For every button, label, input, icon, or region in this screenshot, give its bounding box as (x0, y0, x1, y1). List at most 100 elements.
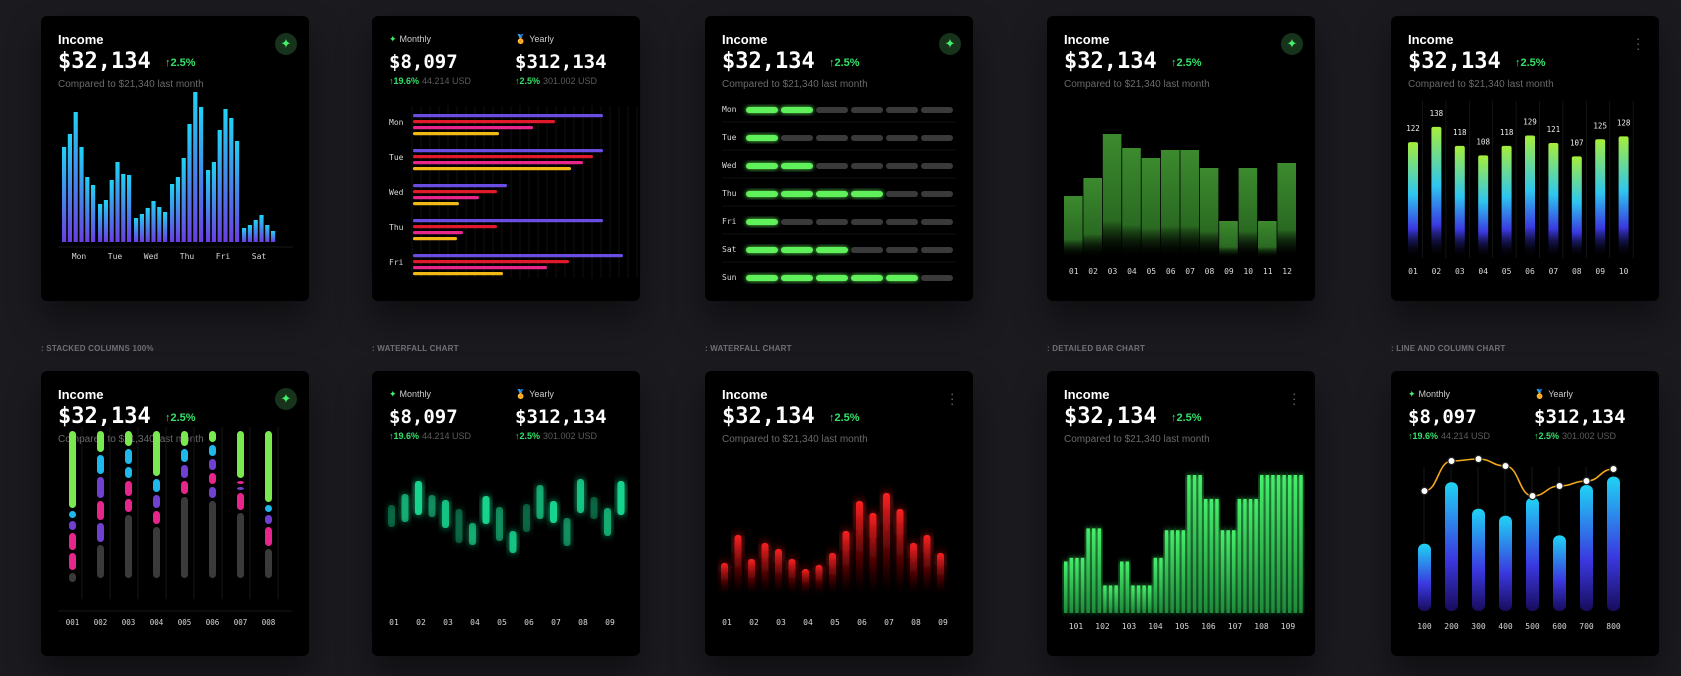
pill (886, 107, 918, 113)
income-card-waterfall-red: Income $32,134 ↑2.5% Compared to $21,340… (705, 371, 973, 656)
bar (271, 231, 276, 242)
bar (1226, 530, 1230, 613)
pill (746, 247, 778, 253)
bar (413, 190, 497, 194)
tick-label: 008 (262, 618, 276, 627)
bar (1431, 126, 1442, 259)
bar (829, 553, 836, 593)
bar (1580, 485, 1593, 611)
segment (153, 527, 160, 578)
bar (1595, 139, 1606, 258)
bar (1408, 142, 1418, 258)
bar (151, 201, 156, 242)
data-label: 121 (1547, 125, 1561, 134)
bar (523, 504, 530, 532)
tick-label: 01 (1408, 267, 1418, 276)
bar (1086, 528, 1090, 613)
bar (139, 214, 144, 242)
tick-label: Wed (144, 252, 159, 261)
tick-label: 02 (416, 618, 426, 627)
bar (170, 184, 175, 242)
bar (869, 513, 877, 593)
segment (209, 445, 216, 456)
caption-stacked: : STACKED COLUMNS 100% (41, 344, 154, 353)
data-label: 122 (1406, 124, 1420, 133)
tick-label: 07 (1185, 267, 1195, 276)
pill (746, 219, 778, 225)
pill (921, 163, 953, 169)
bar (175, 177, 180, 242)
pill (886, 163, 918, 169)
bar (85, 177, 90, 242)
bar (1454, 145, 1465, 258)
bar (1548, 143, 1559, 258)
tick-label: Fri (389, 258, 404, 267)
bar (1293, 475, 1298, 613)
data-label: 118 (1500, 128, 1514, 137)
tick-label: 06 (1525, 267, 1535, 276)
bar (127, 175, 132, 242)
segment (125, 499, 132, 512)
bar (923, 535, 931, 593)
segment (181, 431, 188, 446)
chart-horizontal-bars: Mon Tue Wed Thu Fri (389, 106, 638, 278)
bar (1120, 561, 1124, 613)
data-label: 138 (1430, 109, 1444, 118)
tick-label: 500 (1525, 622, 1540, 631)
line-point (1609, 464, 1618, 474)
bar (413, 202, 459, 206)
bar (1282, 475, 1286, 613)
bar (1265, 475, 1270, 613)
bar (187, 124, 192, 242)
bar (67, 134, 72, 242)
bar (604, 508, 611, 536)
tick-label: 007 (234, 618, 248, 627)
tick-label: 01 (389, 618, 399, 627)
bar (1525, 135, 1535, 258)
tick-label: 102 (1095, 622, 1110, 631)
tick-label: 104 (1148, 622, 1163, 631)
bar (469, 523, 476, 545)
bar (193, 92, 198, 242)
bar (1131, 585, 1135, 613)
tick-label: 11 (1263, 267, 1273, 276)
tick-label: 05 (497, 618, 507, 627)
pill (816, 163, 848, 169)
bar (413, 132, 499, 136)
bar (242, 228, 247, 242)
bar (802, 569, 809, 593)
bar (413, 231, 463, 235)
tick-label: 600 (1552, 622, 1567, 631)
tick-label: Tue (108, 252, 123, 261)
pill (816, 191, 848, 197)
bar (577, 479, 584, 513)
segment (97, 545, 104, 578)
caption-waterfall-1: : WATERFALL CHART (372, 344, 459, 353)
bar (247, 225, 252, 242)
line-point (1420, 486, 1429, 496)
bar (1472, 508, 1485, 611)
line-point (1474, 454, 1483, 464)
bar (1103, 585, 1107, 613)
segment (69, 521, 76, 530)
pill (816, 275, 848, 281)
chart-grouped-bars: Mon Tue Wed Thu Fri Sat (58, 92, 293, 261)
segment (97, 455, 104, 474)
chart-detailed-bars: 101 102 103 104 105 106 107 108 109 (1064, 475, 1303, 631)
tick-label: 800 (1606, 622, 1621, 631)
line-point (1447, 456, 1456, 466)
bar (229, 118, 234, 242)
bar (253, 220, 258, 242)
data-label: 129 (1523, 117, 1537, 126)
tick-label: 03 (1108, 267, 1118, 276)
line-point (1501, 461, 1510, 471)
bar (1069, 557, 1074, 613)
segment (69, 431, 76, 508)
bar (1478, 155, 1489, 258)
bar (413, 254, 623, 258)
bar (1260, 475, 1264, 613)
tick-label: 08 (1205, 267, 1215, 276)
tick-label: 07 (884, 618, 894, 627)
pill (781, 163, 813, 169)
bar (413, 272, 503, 276)
